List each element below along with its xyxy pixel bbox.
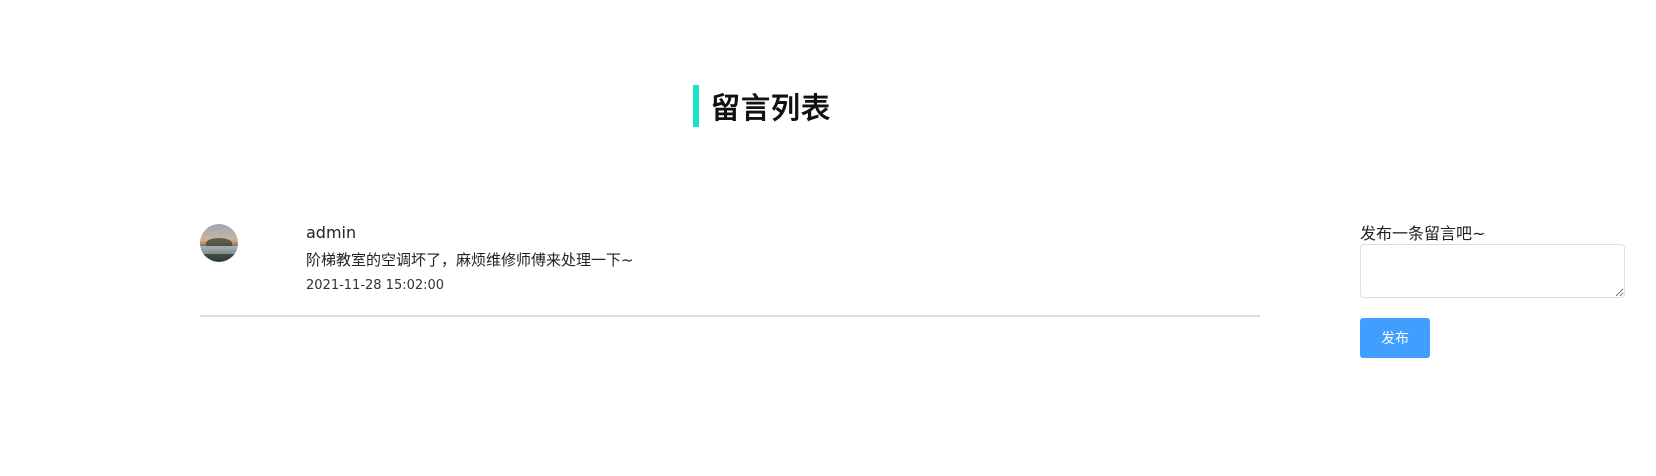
- message-board-page: 留言列表 admin 阶梯教室的空调坏了，麻烦维修师傅来处理一下~ 2021-1…: [0, 0, 1656, 476]
- title-accent-bar: [693, 85, 699, 127]
- message-textarea[interactable]: [1360, 244, 1625, 298]
- page-title: 留言列表: [693, 85, 831, 127]
- page-title-text: 留言列表: [711, 91, 832, 125]
- avatar-image-water: [200, 246, 238, 254]
- publish-button[interactable]: 发布: [1360, 318, 1430, 358]
- comment-content: 阶梯教室的空调坏了，麻烦维修师傅来处理一下~: [306, 251, 634, 269]
- comment-body: admin 阶梯教室的空调坏了，麻烦维修师傅来处理一下~ 2021-11-28 …: [306, 222, 634, 296]
- avatar: [200, 224, 238, 262]
- comment-timestamp: 2021-11-28 15:02:00: [306, 278, 445, 293]
- post-message-label: 发布一条留言吧~: [1360, 224, 1486, 243]
- comment-username: admin: [306, 223, 357, 242]
- comment-divider: [200, 315, 1260, 317]
- post-message-panel: 发布一条留言吧~ 发布: [1360, 224, 1626, 358]
